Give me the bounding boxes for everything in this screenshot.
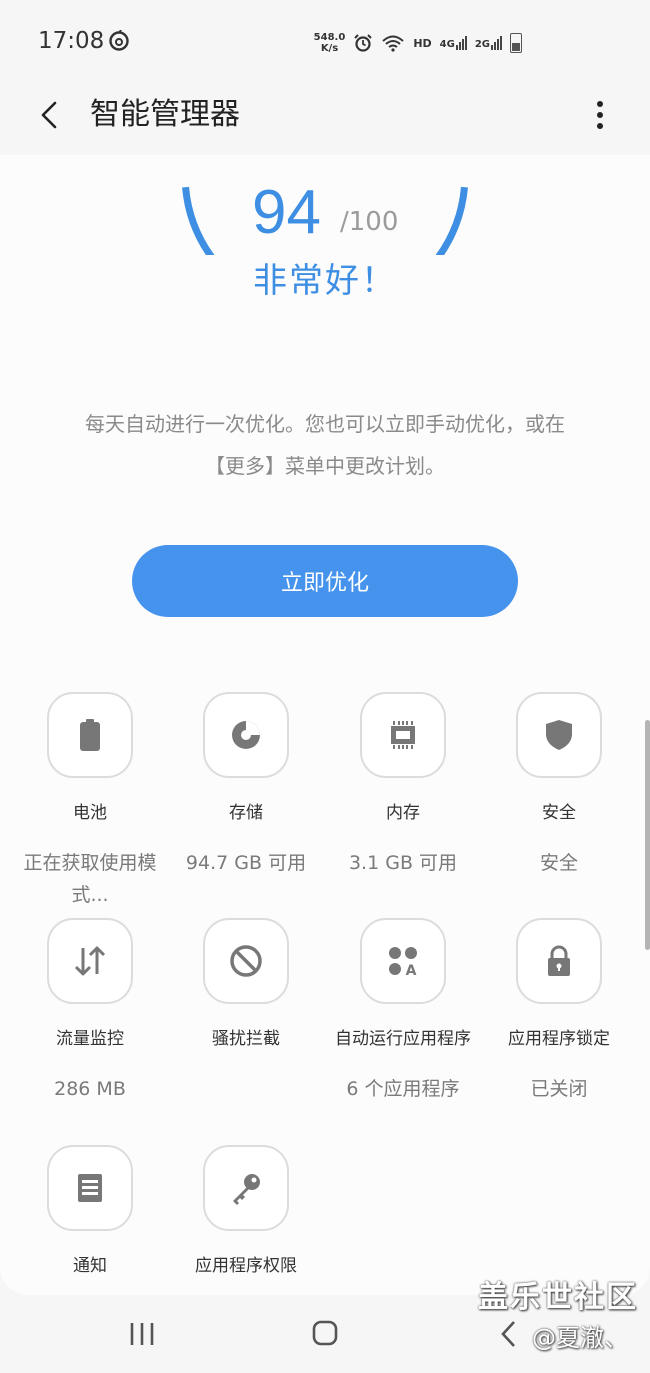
sim1-network-type: 4G <box>439 39 455 50</box>
tile-value: 正在获取使用模式... <box>23 852 157 906</box>
hd-voice-indicator: HD <box>413 36 432 50</box>
signal-sim1-icon: 4G <box>440 36 467 50</box>
tile-value: 3.1 GB 可用 <box>348 852 458 874</box>
tile-auto-run-apps-button[interactable]: A <box>360 918 446 1004</box>
status-time: 17:08 <box>38 28 105 54</box>
lock-icon <box>548 945 570 976</box>
tile-label: 存储 <box>229 803 263 823</box>
tile-call-block[interactable]: 骚扰拦截 <box>168 918 324 1073</box>
recent-apps-icon[interactable] <box>122 1317 162 1351</box>
gauge-arc-right <box>435 186 468 255</box>
network-speed: 548.0 K/s <box>314 32 346 54</box>
tile-notifications[interactable]: 通知 <box>12 1145 168 1276</box>
more-options-icon[interactable] <box>580 95 620 135</box>
main-card: 94 /100 非常好！ 每天自动进行一次优化。您也可以立即手动优化，或在 【更… <box>0 155 650 1295</box>
block-icon <box>230 945 262 977</box>
tile-data-monitor-button[interactable] <box>47 918 133 1004</box>
netease-music-icon <box>109 30 129 51</box>
tile-storage[interactable]: 存储 94.7 GB 可用 <box>168 692 324 879</box>
battery-status-icon <box>510 33 522 53</box>
score-value: 94 <box>252 178 321 247</box>
wifi-icon <box>382 35 404 52</box>
shield-icon <box>546 720 572 750</box>
tile-label: 骚扰拦截 <box>212 1029 280 1049</box>
tile-label: 应用程序权限 <box>195 1256 297 1276</box>
tile-value: 已关闭 <box>530 1078 588 1100</box>
tile-app-lock[interactable]: 应用程序锁定 已关闭 <box>481 918 637 1105</box>
tile-value: 6 个应用程序 <box>346 1078 460 1100</box>
tile-label: 应用程序锁定 <box>508 1029 610 1049</box>
back-nav-icon[interactable] <box>490 1317 530 1351</box>
tile-label: 流量监控 <box>56 1029 124 1049</box>
tile-label: 安全 <box>542 803 576 823</box>
battery-icon <box>80 719 100 751</box>
tile-label: 自动运行应用程序 <box>335 1029 471 1049</box>
status-icons: 548.0 K/s HD 4G 2G <box>314 30 522 56</box>
watermark-user: @夏澈、 <box>532 1324 628 1352</box>
status-bar: 17:08 548.0 K/s HD 4G 2G <box>0 0 650 85</box>
sim2-network-type: 2G <box>474 39 490 50</box>
notification-list-icon <box>78 1174 102 1202</box>
score-status: 非常好！ <box>253 261 397 301</box>
description-line-1: 每天自动进行一次优化。您也可以立即手动优化，或在 <box>85 412 565 436</box>
memory-chip-icon <box>391 721 415 749</box>
gauge-arc-left <box>182 186 215 255</box>
home-icon[interactable] <box>305 1317 345 1351</box>
page-title: 智能管理器 <box>90 97 240 132</box>
tile-call-block-button[interactable] <box>203 918 289 1004</box>
app-bar: 智能管理器 <box>0 85 650 155</box>
tile-value: 安全 <box>539 852 578 874</box>
watermark-brand: 盖乐世社区 <box>478 1280 638 1315</box>
tile-security[interactable]: 安全 安全 <box>481 692 637 879</box>
tile-data-monitor[interactable]: 流量监控 286 MB <box>12 918 168 1105</box>
data-transfer-icon <box>74 946 106 976</box>
alarm-icon <box>354 34 373 52</box>
tile-label: 内存 <box>386 803 420 823</box>
back-icon[interactable] <box>30 95 70 135</box>
tile-notifications-button[interactable] <box>47 1145 133 1231</box>
optimize-now-button[interactable]: 立即优化 <box>132 545 518 617</box>
tile-value: 286 MB <box>54 1078 126 1100</box>
tile-memory-button[interactable] <box>360 692 446 778</box>
network-speed-value: 548.0 <box>313 32 346 43</box>
network-speed-unit: K/s <box>320 43 339 54</box>
tile-app-permissions-button[interactable] <box>203 1145 289 1231</box>
tile-label: 电池 <box>73 803 107 823</box>
tile-memory[interactable]: 内存 3.1 GB 可用 <box>325 692 481 879</box>
description-line-2: 【更多】菜单中更改计划。 <box>205 454 445 478</box>
tile-label: 通知 <box>73 1256 107 1276</box>
tile-storage-button[interactable] <box>203 692 289 778</box>
score-max: /100 <box>340 207 399 237</box>
tile-auto-run-apps[interactable]: A 自动运行应用程序 6 个应用程序 <box>325 918 481 1105</box>
tile-security-button[interactable] <box>516 692 602 778</box>
signal-sim2-icon: 2G <box>475 36 502 50</box>
auto-run-apps-icon: A <box>389 947 417 977</box>
storage-pie-icon <box>232 721 260 749</box>
key-icon <box>233 1174 260 1205</box>
optimization-description: 每天自动进行一次优化。您也可以立即手动优化，或在 【更多】菜单中更改计划。 <box>40 403 610 487</box>
svg-text:A: A <box>406 963 417 977</box>
tile-battery-button[interactable] <box>47 692 133 778</box>
score-gauge <box>182 186 468 255</box>
scrollbar-thumb[interactable] <box>645 720 650 950</box>
tile-value: 94.7 GB 可用 <box>185 852 307 874</box>
tile-battery[interactable]: 电池 正在获取使用模式... <box>12 692 168 911</box>
tile-app-permissions[interactable]: 应用程序权限 <box>168 1145 324 1276</box>
tile-app-lock-button[interactable] <box>516 918 602 1004</box>
